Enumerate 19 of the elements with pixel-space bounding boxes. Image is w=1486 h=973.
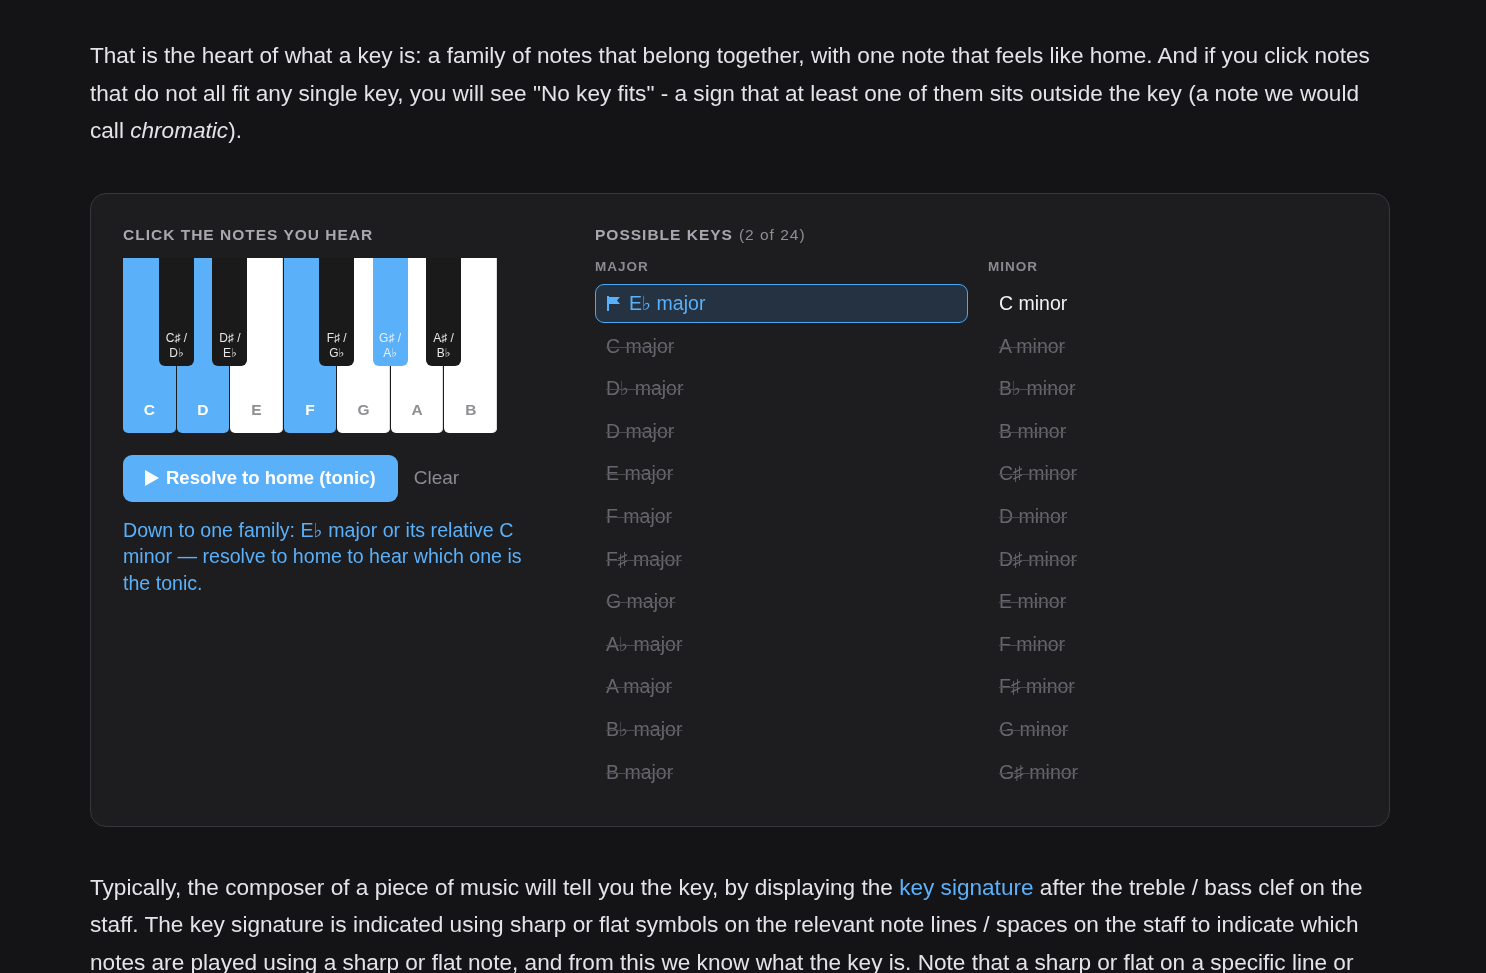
status-message: Down to one family: E♭ major or its relative C minor — resolve to home to hear which one is the tonic. (123, 517, 523, 596)
piano-key[interactable]: F♯ / G♭ (319, 257, 355, 366)
section-heading: CLICK THE NOTES YOU HEAR (123, 224, 375, 245)
column-heading: MAJOR (595, 257, 650, 276)
flag-icon (607, 295, 620, 311)
section-heading: POSSIBLE KEYS (595, 224, 733, 245)
key-count: (2 of 24) (738, 224, 806, 245)
resolve-button[interactable]: Resolve to home (tonic) (123, 454, 398, 502)
piano-key[interactable]: A♯ / B♭ (426, 257, 462, 366)
play-icon (145, 470, 159, 486)
key-signature-link[interactable]: key signature (899, 874, 1034, 900)
key-option[interactable]: C minor (999, 291, 1068, 315)
clear-button[interactable]: Clear (413, 467, 460, 489)
column-heading: MINOR (988, 257, 1039, 276)
body-paragraph: That is the heart of what a key is: a family of notes that belong together, with one note that feels like home. And if you click notes that do not all fit any single key, you will see "No key fits" - a sign that at least one of them sits outside the key (a note we would call chromatic). (90, 42, 1371, 145)
piano-key[interactable]: G♯ / A♭ (372, 257, 408, 366)
piano-key[interactable]: C♯ / D♭ (158, 257, 194, 366)
piano-key[interactable]: D♯ / E♭ (212, 257, 248, 366)
key-option[interactable]: E♭ major (595, 283, 968, 323)
